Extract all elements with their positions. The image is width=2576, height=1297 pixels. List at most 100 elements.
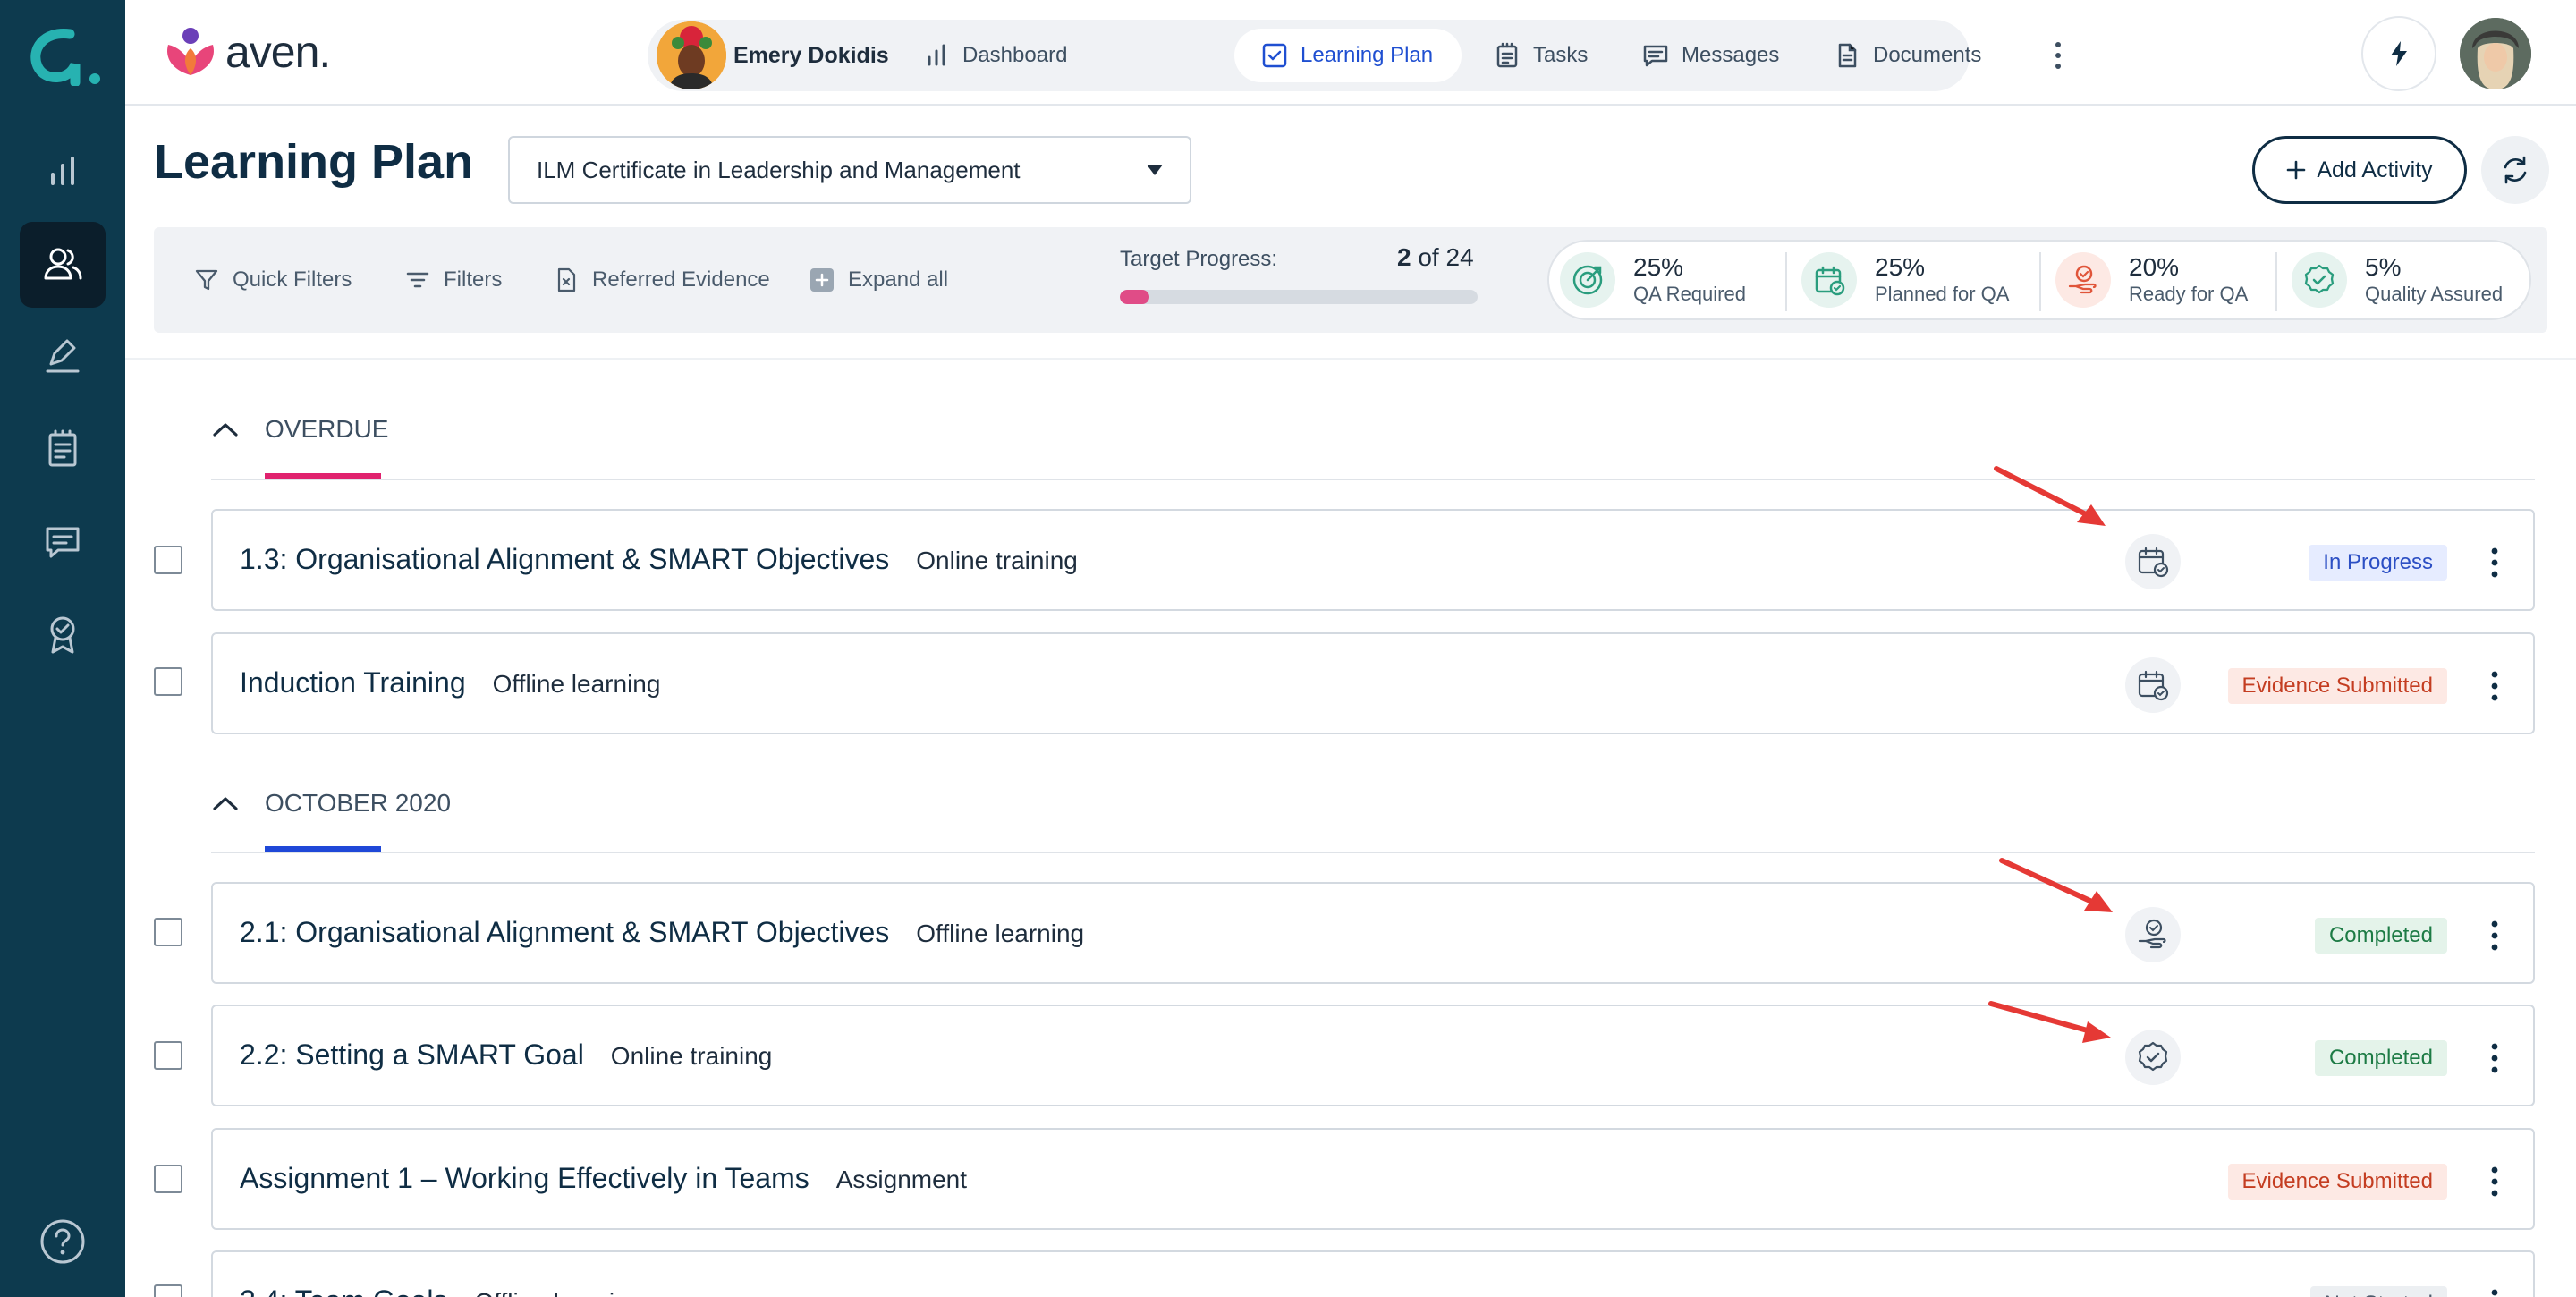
target-icon — [1560, 252, 1615, 308]
user-avatar[interactable] — [2460, 18, 2531, 89]
learner-name[interactable]: Emery Dokidis — [733, 20, 889, 91]
nav-messages[interactable]: Messages — [1642, 29, 1779, 82]
activity-type: Online training — [610, 1042, 773, 1070]
section-divider — [211, 479, 2535, 480]
nav-tasks[interactable]: Tasks — [1494, 29, 1588, 82]
more-options-icon[interactable] — [2490, 670, 2499, 702]
referred-evidence-button[interactable]: Referred Evidence — [553, 259, 770, 301]
qualification-select[interactable]: ILM Certificate in Leadership and Manage… — [508, 136, 1191, 204]
row-checkbox[interactable] — [154, 1165, 182, 1193]
app-root: aven. Emery Dokidis Dashboard Learning P — [0, 0, 2576, 1297]
row-checkbox[interactable] — [154, 546, 182, 574]
sidebar-item-sign[interactable] — [20, 313, 106, 399]
sidebar — [0, 0, 125, 1297]
learner-avatar[interactable] — [657, 21, 726, 89]
nav-dashboard[interactable]: Dashboard — [923, 29, 1067, 82]
sidebar-item-tasks[interactable] — [20, 406, 106, 492]
sidebar-item-achievements[interactable] — [20, 592, 106, 678]
hand-check-icon[interactable] — [2125, 907, 2181, 962]
annotation-arrow-icon — [1999, 858, 2113, 912]
row-checkbox[interactable] — [154, 1041, 182, 1070]
expand-all-button[interactable]: Expand all — [809, 259, 948, 301]
status-badge: Evidence Submitted — [2227, 1164, 2447, 1200]
ready-for-qa-stat[interactable]: 20% Ready for QA — [2055, 242, 2248, 318]
more-options-icon[interactable] — [2490, 1042, 2499, 1074]
status-badge: Completed — [2314, 918, 2447, 954]
target-progress-fill — [1120, 290, 1150, 304]
referred-evidence-label: Referred Evidence — [592, 267, 770, 292]
more-options-icon[interactable] — [2490, 1166, 2499, 1198]
quality-assured-stat[interactable]: 5% Quality Assured — [2292, 242, 2503, 318]
lightning-icon — [2391, 41, 2407, 66]
qa-required-label: QA Required — [1633, 283, 1746, 305]
section-header-overdue[interactable]: OVERDUE — [211, 403, 388, 456]
more-options-icon[interactable] — [2045, 39, 2072, 72]
document-icon — [1838, 43, 1857, 68]
bar-chart-icon — [51, 157, 74, 185]
section-divider — [211, 852, 2535, 853]
badge-check-icon[interactable] — [2125, 1030, 2181, 1085]
activity-row[interactable]: Assignment 1 – Working Effectively in Te… — [211, 1128, 2535, 1230]
activity-type: Offline learning — [916, 920, 1085, 947]
page-title: Learning Plan — [154, 135, 474, 189]
content-divider — [125, 358, 2576, 360]
row-checkbox[interactable] — [154, 918, 182, 946]
app-logo-icon[interactable] — [23, 23, 102, 86]
activity-type: Offline learning — [474, 1288, 642, 1297]
nav-documents[interactable]: Documents — [1834, 29, 1981, 82]
quick-actions-button[interactable] — [2361, 16, 2436, 91]
qualification-select-value: ILM Certificate in Leadership and Manage… — [537, 156, 1021, 183]
activity-type: Online training — [916, 547, 1078, 574]
section-title: OCTOBER 2020 — [265, 789, 452, 817]
expand-plus-icon — [810, 268, 834, 292]
checkbox-icon — [1262, 43, 1287, 68]
nav-messages-label: Messages — [1682, 43, 1780, 67]
planned-for-qa-stat[interactable]: 25% Planned for QA — [1801, 242, 2009, 318]
chat-icon — [46, 527, 80, 558]
filters-label: Filters — [444, 267, 503, 292]
activity-row[interactable]: 2.2: Setting a SMART Goal Online training… — [211, 1005, 2535, 1106]
pen-icon — [46, 339, 80, 373]
section-header-october-2020[interactable]: OCTOBER 2020 — [211, 776, 451, 830]
document-x-icon — [557, 267, 576, 292]
learner-nav: Emery Dokidis Dashboard Learning Plan Ta… — [648, 20, 2061, 91]
target-progress-label: Target Progress: — [1120, 247, 1278, 271]
quick-filters-button[interactable]: Quick Filters — [193, 259, 352, 301]
bar-chart-icon — [928, 44, 945, 66]
activity-title: Assignment 1 – Working Effectively in Te… — [240, 1162, 967, 1195]
sidebar-item-messages[interactable] — [20, 499, 106, 585]
nav-learning-plan-label: Learning Plan — [1301, 43, 1434, 67]
chevron-up-icon — [213, 797, 238, 810]
activity-row[interactable]: 2.4: Team Goals Offline learning Not Star… — [211, 1250, 2535, 1297]
clipboard-icon — [1496, 42, 1518, 68]
ready-for-qa-pct: 20% — [2129, 253, 2180, 281]
calendar-check-icon[interactable] — [2125, 657, 2181, 713]
help-icon[interactable] — [39, 1218, 86, 1265]
activity-name: Assignment 1 – Working Effectively in Te… — [240, 1162, 809, 1194]
more-options-icon[interactable] — [2490, 920, 2499, 952]
qa-required-stat[interactable]: 25% QA Required — [1560, 242, 1746, 318]
activity-row[interactable]: 1.3: Organisational Alignment & SMART Ob… — [211, 509, 2535, 611]
ready-for-qa-label: Ready for QA — [2129, 283, 2249, 305]
annotation-arrow-icon — [1988, 1001, 2111, 1043]
nav-learning-plan[interactable]: Learning Plan — [1234, 29, 1462, 82]
add-activity-button[interactable]: Add Activity — [2252, 136, 2467, 204]
more-options-icon[interactable] — [2490, 1288, 2499, 1297]
funnel-icon — [195, 269, 218, 291]
planned-for-qa-pct: 25% — [1875, 253, 1926, 281]
row-checkbox[interactable] — [154, 1284, 182, 1297]
divider — [1785, 252, 1787, 311]
refresh-button[interactable] — [2481, 136, 2549, 204]
row-checkbox[interactable] — [154, 667, 182, 696]
quality-assured-label: Quality Assured — [2365, 283, 2504, 305]
brand-logo[interactable]: aven. — [163, 25, 331, 79]
calendar-check-icon[interactable] — [2125, 534, 2181, 589]
activity-row[interactable]: 2.1: Organisational Alignment & SMART Ob… — [211, 882, 2535, 984]
activity-type: Assignment — [835, 1166, 968, 1193]
sidebar-item-analytics[interactable] — [20, 129, 106, 215]
activity-row[interactable]: Induction Training Offline learning Evide… — [211, 632, 2535, 734]
more-options-icon[interactable] — [2490, 547, 2499, 579]
filters-button[interactable]: Filters — [404, 259, 502, 301]
sidebar-item-learners[interactable] — [20, 222, 106, 308]
chat-icon — [1643, 45, 1668, 67]
